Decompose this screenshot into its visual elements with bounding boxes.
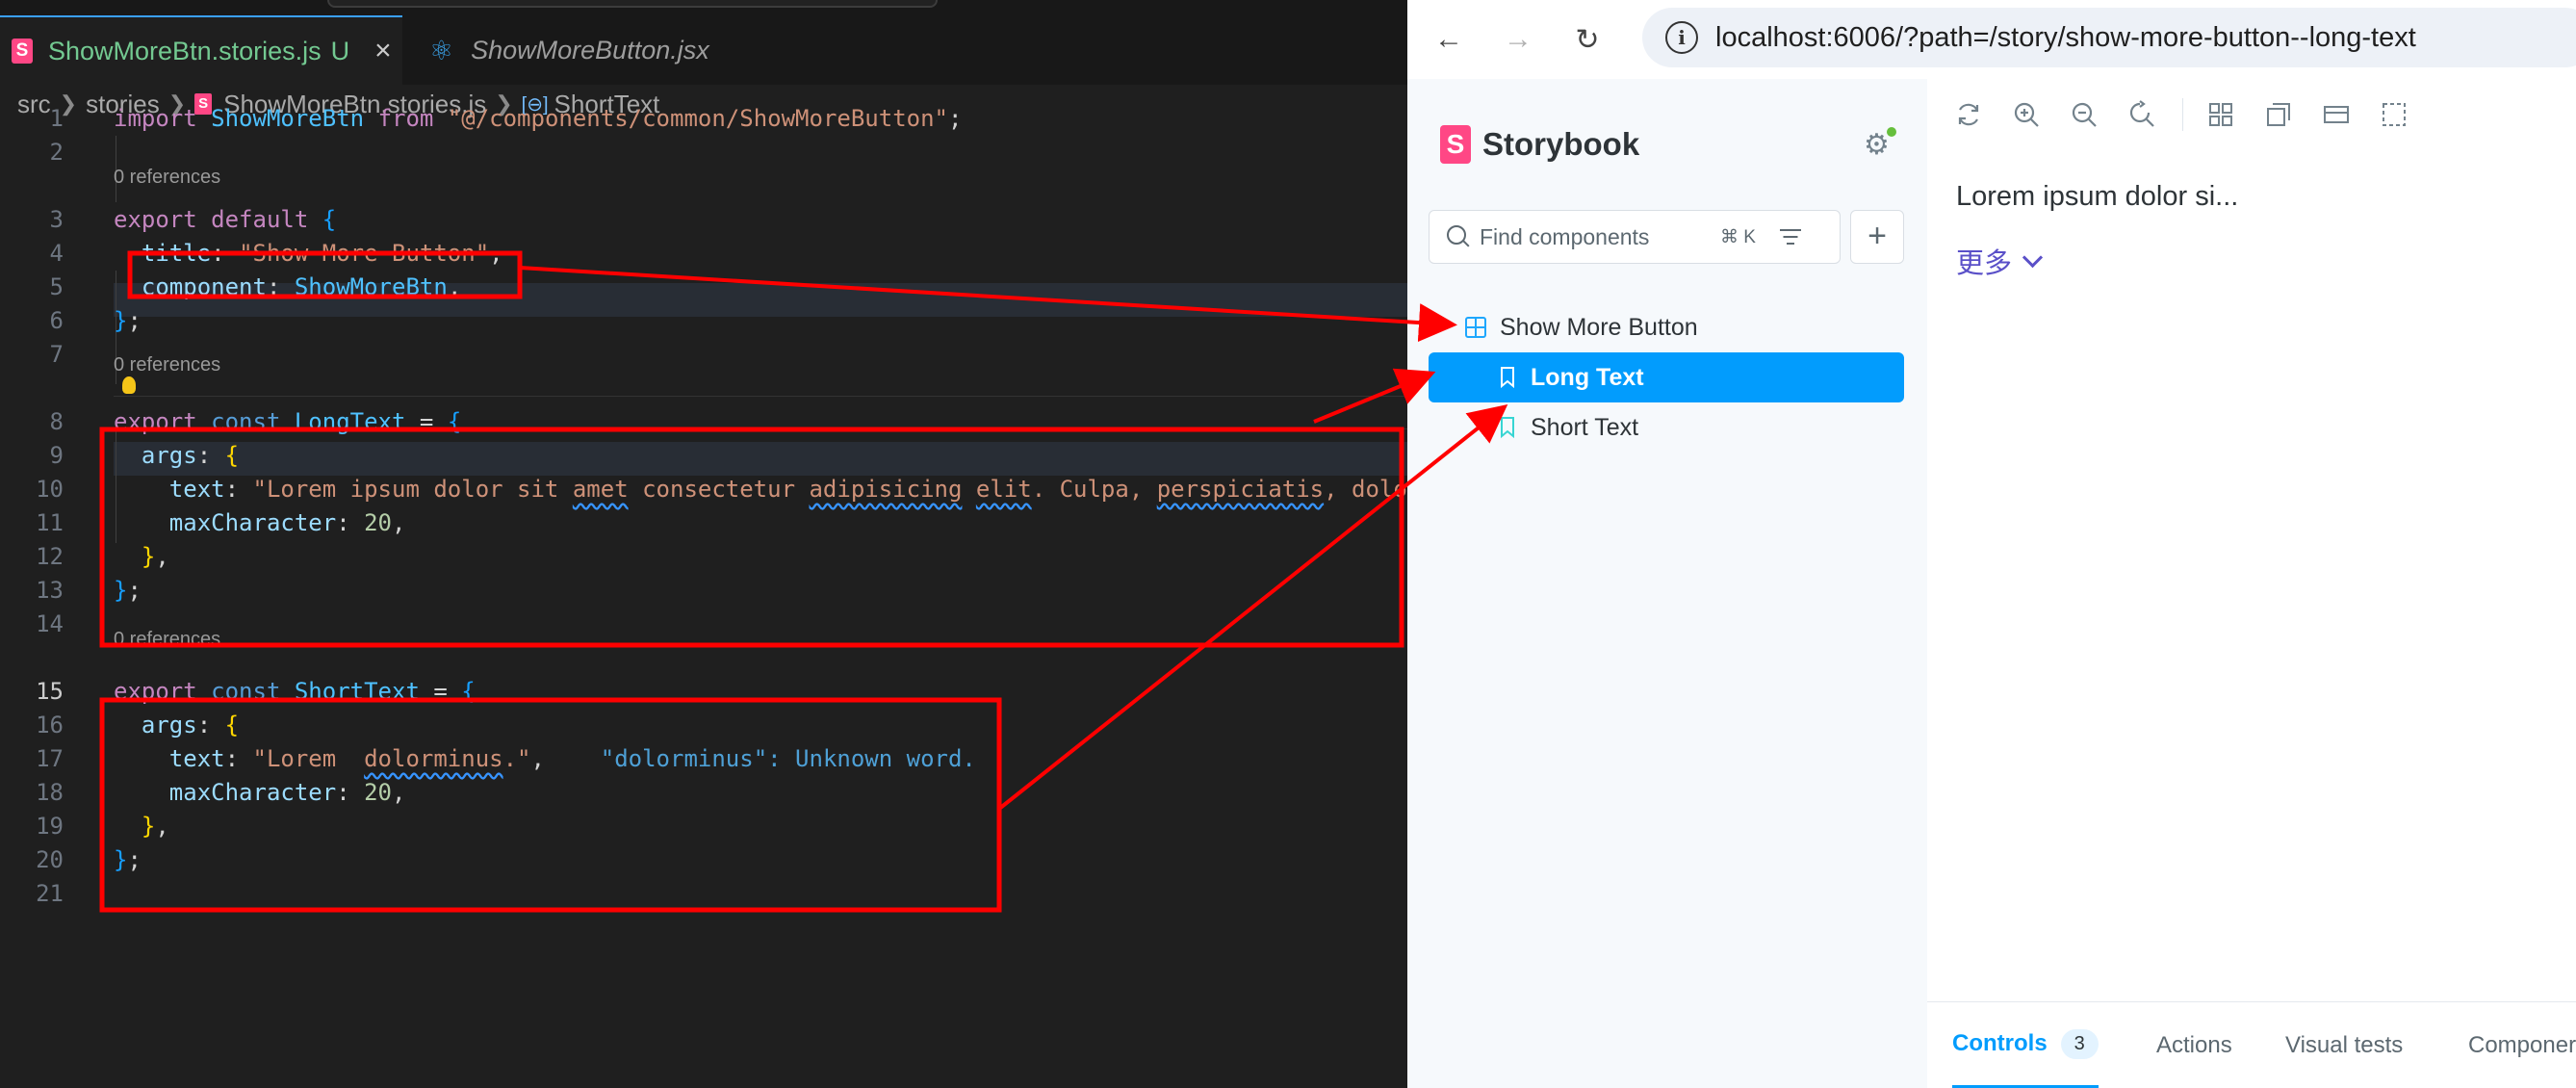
tree-item-long-text[interactable]: Long Text <box>1429 352 1904 402</box>
address-bar[interactable]: i localhost:6006/?path=/story/show-more-… <box>1642 8 2576 67</box>
url-text: localhost:6006/?path=/story/show-more-bu… <box>1715 21 2416 53</box>
storybook-logo-icon: S <box>1440 125 1471 164</box>
tree-item-short-text[interactable]: Short Text <box>1429 402 1904 453</box>
tab-actions[interactable]: Actions <box>2156 1002 2232 1088</box>
code-line-1: import ShowMoreBtn from "@/components/co… <box>114 105 963 132</box>
code-line-11: maxCharacter: 20, <box>168 509 406 536</box>
forward-arrow-icon[interactable]: → <box>1498 19 1538 60</box>
shortcut-hint: ⌘ K <box>1720 226 1756 247</box>
code-line-5: component: ShowMoreBtn, <box>141 273 462 300</box>
close-icon[interactable]: × <box>374 35 392 67</box>
tab-label: Actions <box>2156 1032 2232 1058</box>
code-line-20: }; <box>114 846 142 873</box>
storybook-sidebar: S Storybook ⚙ ⌘ K + Show More Button Lon… <box>1407 79 1928 1088</box>
bookmark-icon <box>1500 417 1515 438</box>
code-line-3: export default { <box>114 206 337 233</box>
site-info-icon[interactable]: i <box>1665 21 1698 54</box>
addons-panel-tabs: Controls 3 Actions Visual tests Componer <box>1927 1001 2576 1088</box>
background-icon[interactable] <box>2264 100 2293 129</box>
code-lens-references[interactable]: 0 references <box>114 164 220 191</box>
tab-visual-tests[interactable]: Visual tests <box>2285 1002 2403 1088</box>
brand-name: Storybook <box>1482 126 1640 162</box>
tree-item-label: Short Text <box>1531 413 1639 441</box>
storybook-file-icon: S <box>12 39 33 64</box>
filter-icon[interactable] <box>1779 227 1802 246</box>
tab-component[interactable]: Componer <box>2468 1002 2576 1088</box>
storybook-brand[interactable]: S Storybook <box>1440 125 1639 164</box>
tab-label: ShowMoreBtn.stories.js <box>48 36 322 65</box>
editor-tab-bar: S ShowMoreBtn.stories.js U × ⚛ ShowMoreB… <box>0 15 1407 85</box>
reload-icon[interactable]: ↻ <box>1567 19 1608 60</box>
show-more-button[interactable]: 更多 <box>1956 241 2044 281</box>
back-arrow-icon[interactable]: ← <box>1429 19 1469 60</box>
tree-item-show-more-button[interactable]: Show More Button <box>1429 302 1904 352</box>
command-center[interactable] <box>327 0 938 8</box>
add-story-button[interactable]: + <box>1850 210 1904 264</box>
code-line-18: maxCharacter: 20, <box>168 779 406 806</box>
react-icon: ⚛ <box>429 35 454 65</box>
code-line-19: }, <box>141 813 169 840</box>
tab-label: Controls <box>1952 1030 2048 1056</box>
tab-label: Visual tests <box>2285 1032 2404 1058</box>
search-icon <box>1445 223 1472 250</box>
chevron-down-icon <box>2022 246 2044 268</box>
code-line-6: }; <box>114 307 142 334</box>
search-box: ⌘ K <box>1429 210 1841 264</box>
show-more-label: 更多 <box>1956 248 2013 279</box>
browser-window: ← → ↻ i localhost:6006/?path=/story/show… <box>1407 0 2576 1088</box>
code-line-15: export const ShortText = { <box>114 678 476 705</box>
toolbar-divider <box>2182 98 2183 131</box>
truncated-text: Lorem ipsum dolor si... <box>1956 181 2239 212</box>
tab-label: ShowMoreButton.jsx <box>471 35 709 65</box>
bookmark-icon <box>1500 367 1515 388</box>
viewport-icon[interactable] <box>2322 100 2351 129</box>
zoom-out-icon[interactable] <box>2070 100 2099 129</box>
code-line-13: }; <box>114 577 142 604</box>
settings-gear-icon[interactable]: ⚙ <box>1864 127 1896 160</box>
title-bar <box>0 0 1407 15</box>
zoom-in-icon[interactable] <box>2012 100 2041 129</box>
code-editor[interactable]: S ShowMoreBtn.stories.js U × ⚛ ShowMoreB… <box>0 0 1407 1088</box>
story-preview-canvas: Lorem ipsum dolor si... 更多 <box>1927 148 2576 1001</box>
tab-label: Componer <box>2468 1032 2576 1058</box>
browser-toolbar: ← → ↻ i localhost:6006/?path=/story/show… <box>1407 0 2576 80</box>
spellcheck-inline-hint: "dolorminus": Unknown word. <box>600 745 976 772</box>
code-line-4: title: "Show More Button", <box>141 240 503 267</box>
code-line-10: text: "Lorem ipsum dolor sit amet consec… <box>168 476 1407 503</box>
search-input[interactable] <box>1478 222 1713 251</box>
tree-item-label: Long Text <box>1531 363 1644 391</box>
code-line-12: }, <box>141 543 169 570</box>
code-lens-references[interactable]: 0 references <box>114 351 220 378</box>
storybook-toolbar <box>1927 79 2576 149</box>
remount-icon[interactable] <box>1954 100 1983 129</box>
tab-showmorebutton-jsx[interactable]: ⚛ ShowMoreButton.jsx <box>404 15 760 85</box>
code-lens-references[interactable]: 0 references <box>114 626 220 653</box>
tree-item-label: Show More Button <box>1500 313 1698 341</box>
code-line-17: text: "Lorem dolorminus.", "dolorminus":… <box>168 745 976 772</box>
untracked-badge: U <box>330 36 350 65</box>
tab-showmorebtn-stories[interactable]: S ShowMoreBtn.stories.js U × <box>0 15 402 85</box>
component-icon <box>1465 317 1486 338</box>
tab-controls[interactable]: Controls 3 <box>1952 1002 2099 1088</box>
code-line-16: args: { <box>141 712 240 738</box>
update-dot <box>1887 127 1896 137</box>
outline-icon[interactable] <box>2380 100 2409 129</box>
controls-count-badge: 3 <box>2060 1028 2099 1059</box>
zoom-reset-icon[interactable] <box>2127 100 2156 129</box>
grid-icon[interactable] <box>2206 100 2235 129</box>
code-line-9: args: { <box>141 442 240 469</box>
code-line-8: export const LongText = { <box>114 408 462 435</box>
